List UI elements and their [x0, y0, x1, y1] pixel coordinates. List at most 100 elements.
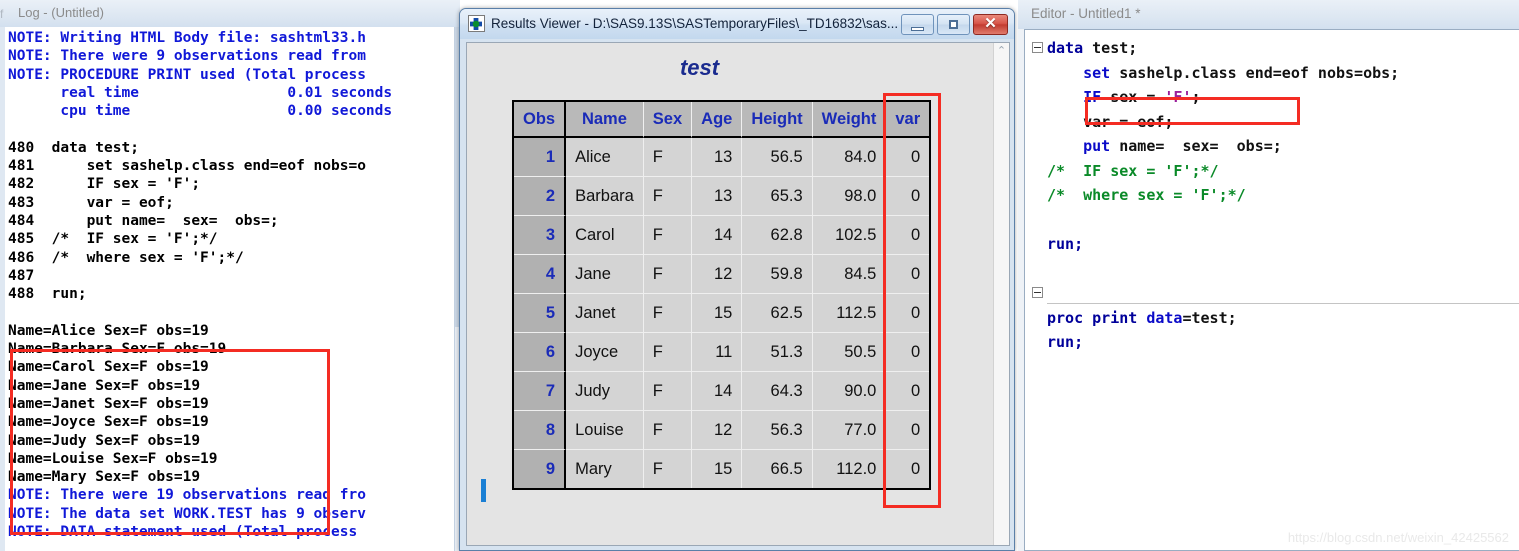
table-header: Obs Name Sex Age Height Weight var — [514, 102, 930, 138]
sas-output-table: Obs Name Sex Age Height Weight var 1 Alice F 13 56… — [512, 100, 932, 490]
log-line: Name=Barbara Sex=F obs=19 — [8, 341, 227, 358]
results-viewer-client-area: test Obs Name Sex Age Height Weight var 1 Alice… — [466, 42, 1010, 546]
cell-obs: 2 — [514, 177, 567, 216]
cell-age: 15 — [692, 450, 743, 488]
cell-name: Barbara — [566, 177, 644, 216]
cell-height: 56.5 — [742, 138, 813, 177]
cell-sex: F — [643, 216, 693, 255]
cell-name: Louise — [566, 411, 644, 450]
cell-obs: 1 — [514, 138, 567, 177]
log-line: NOTE: There were 19 observations read fr… — [8, 487, 366, 504]
fold-data-block-icon[interactable] — [1032, 42, 1043, 53]
cell-age: 12 — [692, 411, 743, 450]
cell-var: 0 — [886, 138, 930, 177]
editor-code-line — [1047, 281, 1399, 306]
editor-code-content: data test; set sashelp.class end=eof nob… — [1047, 36, 1399, 355]
editor-text-area[interactable]: data test; set sashelp.class end=eof nob… — [1024, 29, 1519, 551]
table-row: 2 Barbara F 13 65.3 98.0 0 — [514, 177, 930, 216]
column-header-obs: Obs — [514, 102, 567, 138]
minimize-button[interactable] — [901, 14, 934, 35]
results-viewer-titlebar[interactable]: Results Viewer - D:\SAS9.13S\SASTemporar… — [460, 9, 1014, 39]
cell-var: 0 — [886, 255, 930, 294]
log-titlebar[interactable]: f Log - (Untitled) — [0, 0, 460, 27]
cell-weight: 102.5 — [812, 216, 887, 255]
cell-name: Joyce — [566, 333, 644, 372]
log-line: Name=Joyce Sex=F obs=19 — [8, 414, 209, 431]
cell-name: Mary — [566, 450, 644, 488]
code-token: data — [1146, 308, 1183, 327]
cell-height: 62.8 — [742, 216, 813, 255]
maximize-button[interactable] — [937, 14, 970, 35]
cell-height: 64.3 — [742, 372, 813, 411]
editor-code-line — [1047, 257, 1399, 282]
cell-var: 0 — [886, 372, 930, 411]
code-token: 'F' — [1164, 88, 1192, 106]
cell-height: 56.3 — [742, 411, 813, 450]
log-line: 483 var = eof; — [8, 194, 174, 211]
cell-age: 12 — [692, 255, 743, 294]
cell-obs: 4 — [514, 255, 567, 294]
cell-weight: 77.0 — [812, 411, 887, 450]
code-token: /* where sex = 'F';*/ — [1047, 186, 1246, 204]
table-body: 1 Alice F 13 56.5 84.0 0 2 Barbara F 13 65.3 98.0 0 3 C… — [514, 138, 930, 488]
cell-var: 0 — [886, 177, 930, 216]
results-viewer-title: Results Viewer - D:\SAS9.13S\SASTemporar… — [491, 16, 899, 31]
results-viewer-window: Results Viewer - D:\SAS9.13S\SASTemporar… — [459, 8, 1015, 551]
log-title-stub: f — [0, 7, 4, 21]
column-header-sex: Sex — [643, 102, 693, 138]
log-line: 485 /* IF sex = 'F';*/ — [8, 231, 218, 248]
code-token: proc print — [1047, 308, 1147, 327]
table-header-row: Obs Name Sex Age Height Weight var — [514, 102, 930, 138]
close-icon: ✕ — [984, 15, 997, 32]
log-line: 481 set sashelp.class end=eof nobs=o — [8, 158, 366, 175]
editor-left-gutter — [1018, 29, 1024, 551]
code-token: sex = — [1101, 88, 1165, 106]
scroll-up-icon[interactable]: ⌃ — [994, 43, 1009, 60]
results-vertical-scrollbar[interactable]: ⌃ — [993, 43, 1009, 545]
log-left-gutter — [0, 27, 5, 551]
cell-weight: 112.0 — [812, 450, 887, 488]
log-content: NOTE: Writing HTML Body file: sashtml33.… — [8, 29, 392, 541]
cell-obs: 3 — [514, 216, 567, 255]
cell-var: 0 — [886, 216, 930, 255]
editor-step-divider — [1047, 303, 1519, 304]
cell-weight: 98.0 — [812, 177, 887, 216]
column-header-var: var — [886, 102, 930, 138]
log-window: f Log - (Untitled) NOTE: Writing HTML Bo… — [0, 0, 460, 551]
log-text-area[interactable]: NOTE: Writing HTML Body file: sashtml33.… — [0, 27, 460, 551]
editor-titlebar[interactable]: Editor - Untitled1 * — [1018, 0, 1519, 29]
cell-var: 0 — [886, 294, 930, 333]
editor-code-line: var = eof; — [1047, 110, 1399, 135]
cell-name: Carol — [566, 216, 644, 255]
table-row: 7 Judy F 14 64.3 90.0 0 — [514, 372, 930, 411]
cell-obs: 9 — [514, 450, 567, 488]
report-title: test — [679, 55, 720, 80]
table-row: 1 Alice F 13 56.5 84.0 0 — [514, 138, 930, 177]
close-button[interactable]: ✕ — [973, 14, 1008, 35]
cell-sex: F — [643, 177, 693, 216]
editor-code-line: set sashelp.class end=eof nobs=obs; — [1047, 61, 1399, 86]
code-token: /* IF sex = 'F';*/ — [1047, 161, 1219, 180]
cell-weight: 84.5 — [812, 255, 887, 294]
code-token: name= sex= obs=; — [1110, 137, 1282, 155]
fold-proc-block-icon[interactable] — [1032, 287, 1043, 298]
log-line: cpu time 0.00 seconds — [8, 103, 393, 120]
editor-code-line: run; — [1047, 232, 1399, 257]
log-line: 480 data test; — [8, 139, 139, 156]
screen: f Log - (Untitled) NOTE: Writing HTML Bo… — [0, 0, 1519, 551]
log-line: Name=Mary Sex=F obs=19 — [8, 469, 201, 486]
cell-name: Jane — [566, 255, 644, 294]
cell-sex: F — [643, 294, 693, 333]
cell-name: Janet — [566, 294, 644, 333]
code-token: =test; — [1182, 308, 1237, 327]
log-line: real time 0.01 seconds — [8, 84, 393, 101]
editor-code-line: proc print data=test; — [1047, 306, 1399, 331]
log-line: NOTE: DATA statement used (Total process — [8, 524, 358, 541]
log-window-title: Log - (Untitled) — [18, 5, 104, 20]
cell-weight: 112.5 — [812, 294, 887, 333]
table-row: 8 Louise F 12 56.3 77.0 0 — [514, 411, 930, 450]
cell-obs: 8 — [514, 411, 567, 450]
